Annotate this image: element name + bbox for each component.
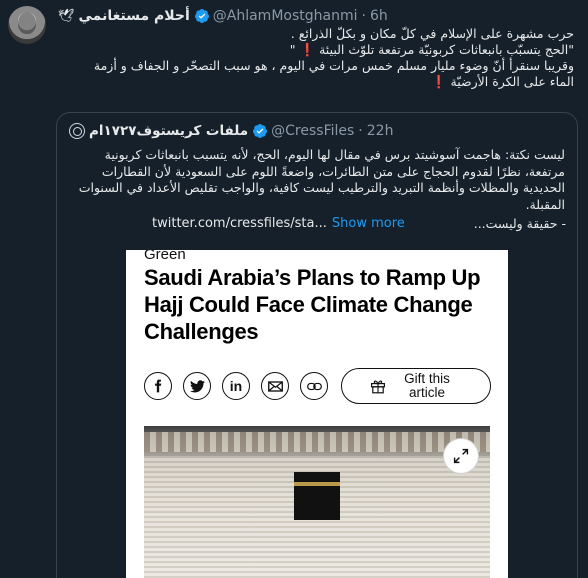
quoted-tweet-header: ملفات كريستوف١٧٢٧ام @CressFiles · 22h (69, 121, 393, 141)
tweet-line: الماء على الكرة الأرضيّة ❗ (58, 74, 574, 90)
separator-dot: · (361, 8, 366, 24)
author-avatar[interactable] (8, 6, 46, 44)
quoted-text-trailing: - حقيقة وليست... (473, 216, 566, 231)
show-more-link[interactable]: Show more (332, 216, 405, 231)
exclamation-icon: ❗ (299, 42, 316, 57)
quoted-timestamp[interactable]: 22h (367, 123, 394, 139)
twitter-icon[interactable] (183, 372, 211, 400)
linkedin-icon[interactable]: in (222, 372, 250, 400)
tweet-line-text: الماء على الكرة الأرضيّة (450, 74, 575, 89)
verified-badge-icon (194, 9, 209, 23)
quoted-author-avatar[interactable] (69, 123, 85, 139)
expand-image-icon[interactable] (443, 438, 479, 474)
article-headline: Saudi Arabia’s Plans to Ramp Up Hajj Cou… (144, 265, 481, 344)
article-image[interactable]: Green Saudi Arabia’s Plans to Ramp Up Ha… (126, 250, 508, 578)
verified-badge-icon (253, 124, 268, 138)
photo-kaaba (294, 472, 340, 520)
quoted-author-name[interactable]: ملفات كريستوف١٧٢٧ام (89, 123, 248, 139)
gift-icon (371, 380, 385, 394)
link-icon[interactable] (300, 372, 328, 400)
separator-dot: · (358, 123, 363, 139)
kaaba-photo (144, 426, 490, 578)
article-section-label: Green (144, 250, 186, 263)
quoted-tweet-text: ليست نكتة: هاجمت آسوشيتد برس في مقال لها… (78, 147, 565, 212)
facebook-icon[interactable] (144, 372, 172, 400)
mail-icon[interactable] (261, 372, 289, 400)
tweet-text: حرب مشهرة على الإسلام في كلّ مكان و بكلّ… (58, 26, 574, 90)
author-name[interactable]: أحلام مستغانمي (79, 8, 190, 24)
tweet-timestamp[interactable]: 6h (370, 8, 388, 24)
tweet-line-text: "الحج يتسبّب بانبعاثات كربونيّة مرتفعة ت… (319, 42, 574, 57)
tweet-line: "الحج يتسبّب بانبعاثات كربونيّة مرتفعة ت… (58, 42, 574, 58)
gift-article-label: Gift this article (404, 371, 450, 400)
quoted-author-handle[interactable]: @CressFiles (271, 123, 354, 139)
tweet-line: حرب مشهرة على الإسلام في كلّ مكان و بكلّ… (290, 26, 574, 41)
photo-arcade (144, 432, 490, 452)
tweet-header: 🕊 أحلام مستغانمي @AhlamMostghanmi · 6h (58, 6, 388, 26)
quote-mark: " (289, 42, 296, 57)
dove-icon: 🕊 (58, 8, 75, 24)
gift-article-button[interactable]: Gift this article (341, 368, 491, 404)
author-handle[interactable]: @AhlamMostghanmi (213, 8, 358, 24)
exclamation-icon: ❗ (430, 74, 447, 89)
share-bar: in Gift this article (144, 368, 491, 404)
article-link[interactable]: twitter.com/cressfiles/sta... (152, 216, 327, 231)
tweet-line: وقريبا سنقرأ أنّ وضوء مليار مسلم خمس مرا… (93, 58, 574, 73)
quoted-link-row: twitter.com/cressfiles/sta... Show more (152, 216, 405, 231)
